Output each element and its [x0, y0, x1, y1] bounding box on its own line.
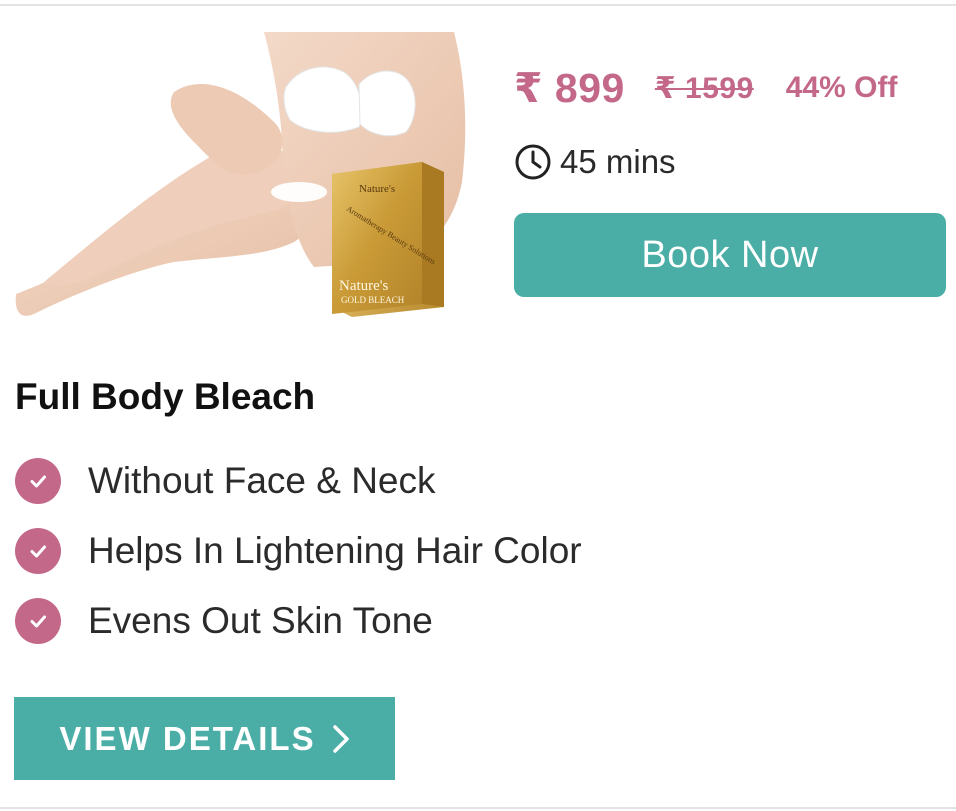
feature-item: Helps In Lightening Hair Color [15, 516, 915, 586]
box-name-line2: GOLD BLEACH [341, 295, 405, 305]
view-details-button[interactable]: VIEW DETAILS [14, 697, 395, 780]
duration-text: 45 mins [560, 143, 676, 180]
feature-text: Evens Out Skin Tone [88, 600, 433, 641]
price-row: ₹ 899 ₹ 1599 44% Off [514, 62, 944, 114]
feature-list: Without Face & Neck Helps In Lightening … [15, 446, 915, 656]
clock-icon [515, 144, 551, 180]
feature-item: Without Face & Neck [15, 446, 915, 516]
check-circle-icon [15, 598, 61, 644]
service-title: Full Body Bleach [15, 376, 316, 417]
box-brand: Nature's [359, 183, 395, 195]
feature-item: Evens Out Skin Tone [15, 586, 915, 656]
book-now-button[interactable]: Book Now [514, 213, 946, 297]
current-price: ₹ 899 [514, 65, 625, 111]
check-circle-icon [15, 458, 61, 504]
top-divider [0, 4, 956, 6]
original-price: ₹ 1599 [654, 71, 754, 105]
product-image: Nature's Aromatherapy Beauty Solutions N… [14, 32, 472, 322]
view-details-label: VIEW DETAILS [59, 719, 316, 757]
model-illustration: Nature's Aromatherapy Beauty Solutions N… [15, 32, 466, 317]
chevron-right-icon [332, 724, 349, 753]
discount-badge: 44% Off [785, 71, 898, 104]
product-box: Nature's Aromatherapy Beauty Solutions N… [332, 162, 444, 317]
box-name-line1: Nature's [339, 278, 389, 294]
feature-text: Without Face & Neck [88, 460, 436, 501]
duration-row: 45 mins [514, 140, 676, 184]
bottom-divider [0, 807, 956, 809]
check-circle-icon [15, 528, 61, 574]
feature-text: Helps In Lightening Hair Color [88, 530, 582, 571]
